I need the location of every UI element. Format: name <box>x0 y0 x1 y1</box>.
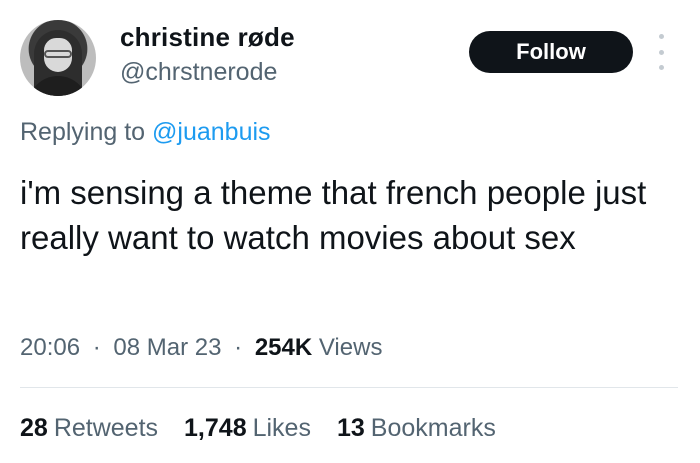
replying-to-handle[interactable]: @juanbuis <box>152 118 271 146</box>
avatar-glasses <box>44 50 72 58</box>
views-label: Views <box>318 334 383 361</box>
tweet-time[interactable]: 20:06 <box>20 334 80 361</box>
tweet-meta: 20:06 · 08 Mar 23 · 254K Views <box>20 334 382 362</box>
tweet-date[interactable]: 08 Mar 23 <box>113 334 221 361</box>
retweets-count: 28 <box>20 414 48 442</box>
tweet-text: i'm sensing a theme that french people j… <box>20 174 647 256</box>
author-handle[interactable]: @chrstnerode <box>120 58 277 87</box>
author-display-name[interactable]: christine røde <box>120 22 295 53</box>
meta-separator: · <box>92 334 101 361</box>
divider <box>20 387 678 388</box>
engagement-stats: 28 Retweets 1,748 Likes 13 Bookmarks <box>20 414 496 443</box>
more-dot <box>658 34 664 39</box>
views-count: 254K <box>254 334 313 361</box>
tweet-card: christine røde @chrstnerode Follow Reply… <box>0 0 700 463</box>
likes-stat[interactable]: 1,748 Likes <box>184 414 311 443</box>
avatar[interactable] <box>20 20 96 96</box>
retweets-stat[interactable]: 28 Retweets <box>20 414 158 443</box>
more-vertical-icon[interactable] <box>651 34 671 70</box>
likes-count: 1,748 <box>184 414 247 442</box>
bookmarks-count: 13 <box>336 414 365 442</box>
more-dot <box>658 49 664 55</box>
likes-label: Likes <box>252 414 311 442</box>
bookmarks-stat[interactable]: 13 Bookmarks <box>337 414 496 443</box>
more-dot <box>658 65 664 70</box>
retweets-label: Retweets <box>53 414 159 442</box>
follow-button[interactable]: Follow <box>469 31 633 73</box>
meta-separator: · <box>234 334 243 361</box>
bookmarks-label: Bookmarks <box>370 414 496 442</box>
replying-to-prefix: Replying to <box>20 118 146 146</box>
replying-to: Replying to @juanbuis <box>20 118 271 147</box>
